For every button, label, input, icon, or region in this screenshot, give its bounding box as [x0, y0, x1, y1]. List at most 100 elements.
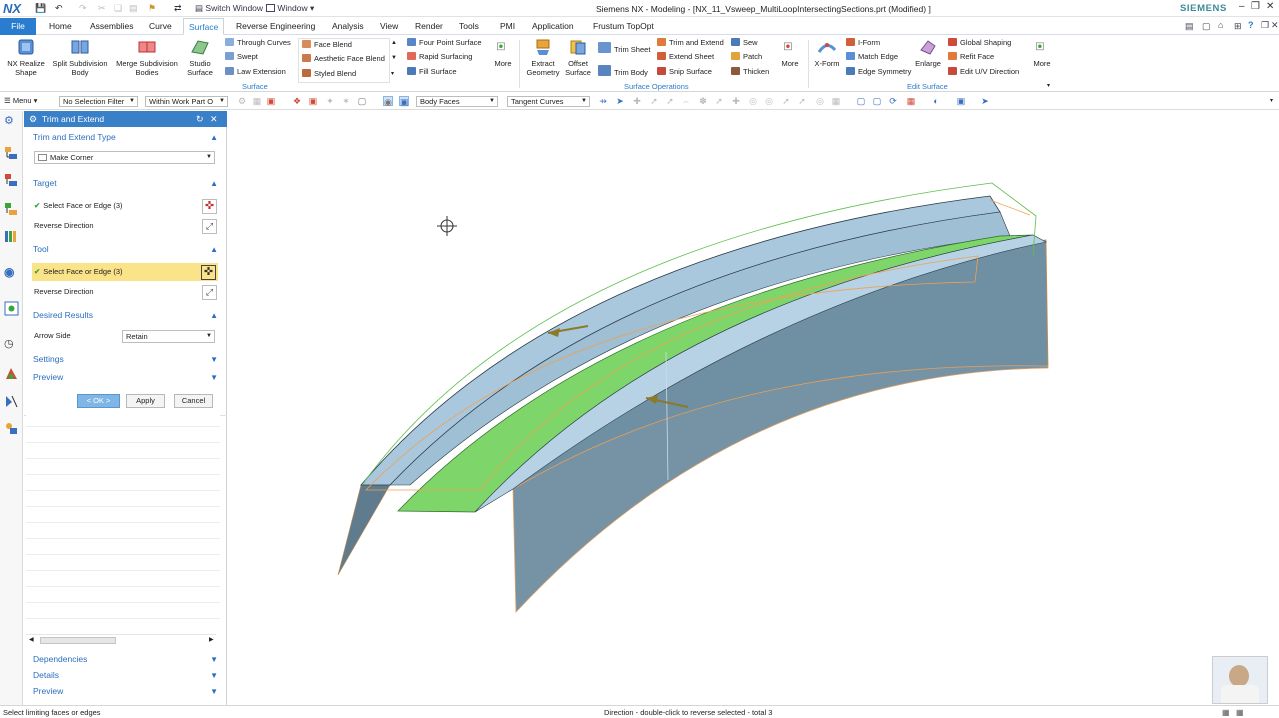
trim-type-dropdown[interactable]: Make Corner ▼ — [34, 151, 215, 164]
minimize-icon[interactable]: – — [1239, 1, 1245, 12]
settings-gear-icon[interactable]: ⚙ — [4, 114, 19, 129]
snap-point-on-curve-icon[interactable]: ➚ — [714, 96, 724, 106]
trim-body-button[interactable]: Trim Body — [598, 65, 648, 78]
nx-realize-shape-button[interactable]: NX Realize Shape — [6, 38, 46, 77]
snap-midpoint-icon[interactable]: ➚ — [649, 96, 659, 106]
zoom-icon[interactable]: ▢ — [872, 96, 882, 106]
reverse-direction-icon[interactable]: ⤢ — [202, 219, 217, 234]
tab-reverse-engineering[interactable]: Reverse Engineering — [234, 18, 317, 35]
close-window-icon[interactable]: ✕ — [1266, 1, 1274, 12]
fit-view-icon[interactable]: ▢ — [856, 96, 866, 106]
tab-pmi[interactable]: PMI — [498, 18, 517, 35]
snip-surface-button[interactable]: Snip Surface — [657, 67, 712, 77]
selection-filter-dropdown[interactable]: No Selection Filter ▼ — [59, 96, 138, 107]
selection-scope-dropdown[interactable]: Within Work Part O ▼ — [145, 96, 228, 107]
constraint-navigator-icon[interactable] — [4, 202, 19, 217]
paste-icon[interactable]: ▤ — [129, 3, 138, 14]
section-target[interactable]: Target ▲ — [24, 176, 227, 191]
cancel-button[interactable]: Cancel — [174, 394, 213, 408]
restore-ribbon-icon[interactable]: ❐ — [1261, 20, 1269, 31]
roles-icon[interactable] — [4, 394, 19, 409]
through-curves-button[interactable]: Through Curves — [225, 38, 291, 48]
tab-home[interactable]: Home — [47, 18, 74, 35]
select-rectangle-icon[interactable]: ▢ — [357, 96, 367, 106]
i-form-button[interactable]: I-Form — [846, 38, 880, 48]
scrollbar-thumb[interactable] — [40, 637, 116, 644]
snap-arc-center-icon[interactable]: ➚ — [665, 96, 675, 106]
x-form-button[interactable]: X-Form — [812, 38, 842, 68]
snap-endpoint-icon[interactable]: ⇸ — [598, 96, 608, 106]
thicken-button[interactable]: Thicken — [731, 67, 769, 77]
crosshair-icon[interactable]: ✜ — [201, 265, 216, 280]
horizontal-scrollbar[interactable]: ◀ ▶ — [26, 634, 216, 645]
tab-tools[interactable]: Tools — [457, 18, 481, 35]
edit-section-icon[interactable]: ▣ — [956, 96, 966, 106]
scroll-left-icon[interactable]: ◀ — [29, 636, 34, 643]
undo-icon[interactable]: ↶ — [55, 3, 63, 14]
sew-button[interactable]: Sew — [731, 38, 758, 48]
save-icon[interactable]: 💾 — [35, 3, 46, 14]
select-feature-icon[interactable]: ❖ — [292, 96, 302, 106]
fill-surface-button[interactable]: Fill Surface — [407, 67, 457, 77]
trim-sheet-button[interactable]: Trim Sheet — [598, 42, 650, 55]
tab-file[interactable]: File — [0, 18, 36, 35]
edit-more-button[interactable]: More — [1031, 38, 1053, 68]
snap-intersection-icon[interactable]: ✚ — [632, 96, 642, 106]
snap-quadrant-icon[interactable]: ⌢ — [681, 96, 691, 106]
curve-rule-dropdown[interactable]: Tangent Curves ▼ — [507, 96, 590, 107]
aesthetic-face-blend-button[interactable]: Aesthetic Face Blend — [302, 54, 385, 64]
show-hide-icon[interactable]: ➤ — [980, 96, 990, 106]
inner-wall-face[interactable] — [337, 484, 391, 576]
face-blend-button[interactable]: Face Blend — [302, 40, 352, 50]
history-palette-icon[interactable] — [4, 301, 19, 316]
web-browser-icon[interactable]: ◉ — [4, 265, 19, 280]
tab-surface[interactable]: Surface — [183, 18, 225, 35]
crosshair-icon[interactable]: ✜ — [202, 199, 217, 214]
snap-polar-icon[interactable]: ➚ — [781, 96, 791, 106]
split-subdivision-body-button[interactable]: Split Subdivision Body — [49, 38, 111, 77]
law-extension-button[interactable]: Law Extension — [225, 67, 286, 77]
system-materials-icon[interactable] — [4, 366, 19, 381]
restore-icon[interactable]: ❐ — [1251, 1, 1260, 12]
gallery-down-icon[interactable]: ▼ — [391, 55, 397, 61]
extend-sheet-button[interactable]: Extend Sheet — [657, 52, 714, 62]
refit-face-button[interactable]: Refit Face — [948, 52, 994, 62]
home-icon[interactable]: ⌂ — [1218, 20, 1223, 30]
merge-subdivision-bodies-button[interactable]: Merge Subdivision Bodies — [114, 38, 180, 77]
clock-icon[interactable]: ◷ — [4, 337, 19, 352]
gallery-up-icon[interactable]: ▲ — [391, 40, 397, 46]
target-select-row[interactable]: ✔ Select Face or Edge (3) ✜ — [24, 197, 227, 215]
tab-render[interactable]: Render — [413, 18, 445, 35]
match-edge-button[interactable]: Match Edge — [846, 52, 898, 62]
rotate-icon[interactable]: ⟳ — [888, 96, 898, 106]
apply-button[interactable]: Apply — [126, 394, 165, 408]
swept-button[interactable]: Swept — [225, 52, 258, 62]
tab-application[interactable]: Application — [530, 18, 576, 35]
render-style-icon[interactable]: ◐ — [931, 96, 941, 106]
ok-button[interactable]: < OK > — [77, 394, 120, 408]
panel-dependencies[interactable]: Dependencies ▼ — [24, 652, 227, 667]
rapid-surfacing-button[interactable]: Rapid Surfacing — [407, 52, 472, 62]
close-icon[interactable]: ✕ — [210, 111, 218, 127]
close-part-icon[interactable]: ✕ — [1271, 20, 1279, 31]
tab-analysis[interactable]: Analysis — [330, 18, 366, 35]
tab-view[interactable]: View — [378, 18, 400, 35]
panel-details[interactable]: Details ▼ — [24, 668, 227, 683]
snap-bounded-grid-icon[interactable]: ◎ — [748, 96, 758, 106]
type-filter-icon[interactable]: ⚙ — [237, 96, 247, 106]
select-faces-icon[interactable]: ◉ — [383, 96, 393, 107]
snap-pole-icon[interactable]: ◎ — [815, 96, 825, 106]
tab-frustum-topopt[interactable]: Frustum TopOpt — [591, 18, 656, 35]
panel-preview[interactable]: Preview ▼ — [24, 684, 227, 699]
menu-button[interactable]: ☰ Menu ▾ — [4, 96, 37, 105]
gallery-expand-icon[interactable]: ▾ — [391, 70, 394, 77]
window-menu-button[interactable]: Window ▾ — [266, 3, 314, 14]
layer-filter-icon[interactable]: ▦ — [252, 96, 262, 106]
edge-symmetry-button[interactable]: Edge Symmetry — [846, 67, 911, 77]
section-settings[interactable]: Settings ▼ — [24, 352, 227, 367]
select-edges-icon[interactable]: ▣ — [399, 96, 409, 107]
snap-control-point-icon[interactable]: ➤ — [615, 96, 625, 106]
select-component-icon[interactable]: ✦ — [325, 96, 335, 106]
styled-blend-button[interactable]: Styled Blend — [302, 69, 356, 79]
snap-tangent-icon[interactable]: ◎ — [764, 96, 774, 106]
